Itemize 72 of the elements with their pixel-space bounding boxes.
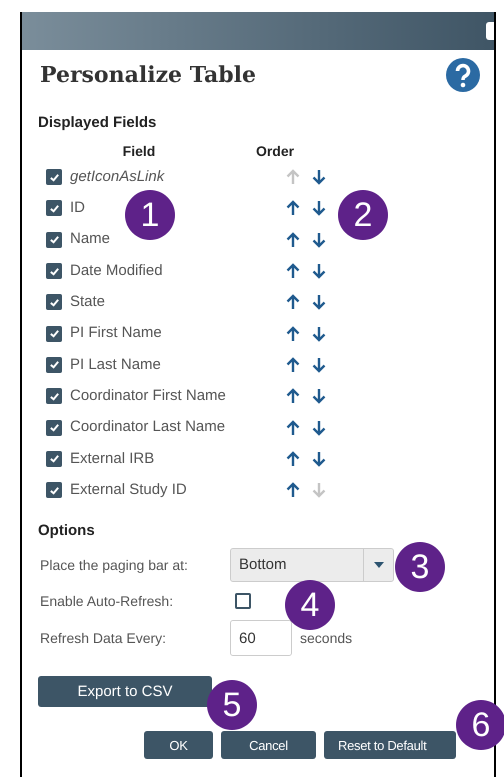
up-arrow-icon[interactable] [286,294,300,310]
down-arrow-icon[interactable] [312,263,326,280]
down-arrow-icon[interactable] [312,356,326,373]
refresh-label: Refresh Data Every: [39,628,168,648]
check-icon [48,453,60,464]
dropdown-value: Bottom [238,555,288,576]
checkbox[interactable] [46,263,62,280]
check-icon [48,296,60,308]
check-icon [48,266,60,277]
check-icon [48,328,60,340]
unit-label: seconds [300,628,352,648]
down-arrow-icon[interactable] [312,169,326,186]
checkbox[interactable] [46,420,62,436]
check-icon [48,202,60,214]
down-arrow-icon[interactable] [312,294,326,310]
field-label: ID [70,198,85,218]
field-label: PI Last Name [70,354,161,375]
field-label: External Study ID [70,480,187,500]
help-icon[interactable] [446,58,480,92]
up-arrow-icon[interactable] [286,388,300,404]
export-button[interactable]: Export to CSV [38,676,212,708]
check-icon [48,172,60,183]
dialog-button[interactable]: Reset to Default [324,731,456,760]
refresh-input[interactable]: 60 [230,620,292,656]
check-icon [48,359,60,370]
field-label: State [70,292,106,312]
dialog-title: Personalize Table [40,60,256,90]
paging-dropdown[interactable]: Bottom [230,548,394,582]
checkbox[interactable] [46,294,62,310]
field-label: Coordinator First Name [70,386,226,406]
field-label: PI First Name [70,323,162,344]
checkbox[interactable] [235,593,251,610]
checkbox[interactable] [46,232,62,248]
section-heading: Displayed Fields [38,113,158,133]
up-arrow-icon[interactable] [286,482,300,498]
down-arrow-icon[interactable] [312,326,326,342]
up-arrow-icon[interactable] [286,356,300,373]
up-arrow-icon[interactable] [286,450,300,467]
section-heading: Options [38,520,96,541]
check-icon [48,422,60,434]
checkbox[interactable] [46,450,62,467]
check-icon [48,484,60,496]
up-arrow-icon[interactable] [286,232,300,248]
auto-refresh-label: Enable Auto-Refresh: [39,592,174,611]
field-label: Date Modified [70,260,163,281]
field-label: Coordinator Last Name [70,417,226,438]
dialog-button[interactable]: OK [144,731,213,760]
field-label: Name [70,229,110,250]
paging-label: Place the paging bar at: [39,556,189,575]
field-label: External IRB [70,448,154,469]
checkbox[interactable] [46,356,62,373]
up-arrow-icon[interactable] [286,263,300,280]
field-label: getIconAsLink [70,166,164,187]
up-arrow-icon[interactable] [286,420,300,436]
checkbox[interactable] [46,388,62,404]
up-arrow-icon[interactable] [286,326,300,342]
check-icon [48,234,60,246]
down-arrow-icon[interactable] [312,420,326,436]
down-arrow-icon[interactable] [312,200,326,216]
column-header: Order [254,142,296,160]
checkbox[interactable] [46,200,62,216]
down-arrow-icon[interactable] [312,232,326,248]
column-header: Field [122,142,156,160]
down-arrow-icon[interactable] [312,450,326,467]
checkbox[interactable] [46,169,62,186]
up-arrow-icon[interactable] [286,200,300,216]
check-icon [48,390,60,402]
checkbox[interactable] [46,326,62,342]
checkbox[interactable] [46,482,62,498]
down-arrow-icon[interactable] [312,388,326,404]
dialog-button[interactable]: Cancel [221,731,316,760]
caret-icon [374,562,384,568]
